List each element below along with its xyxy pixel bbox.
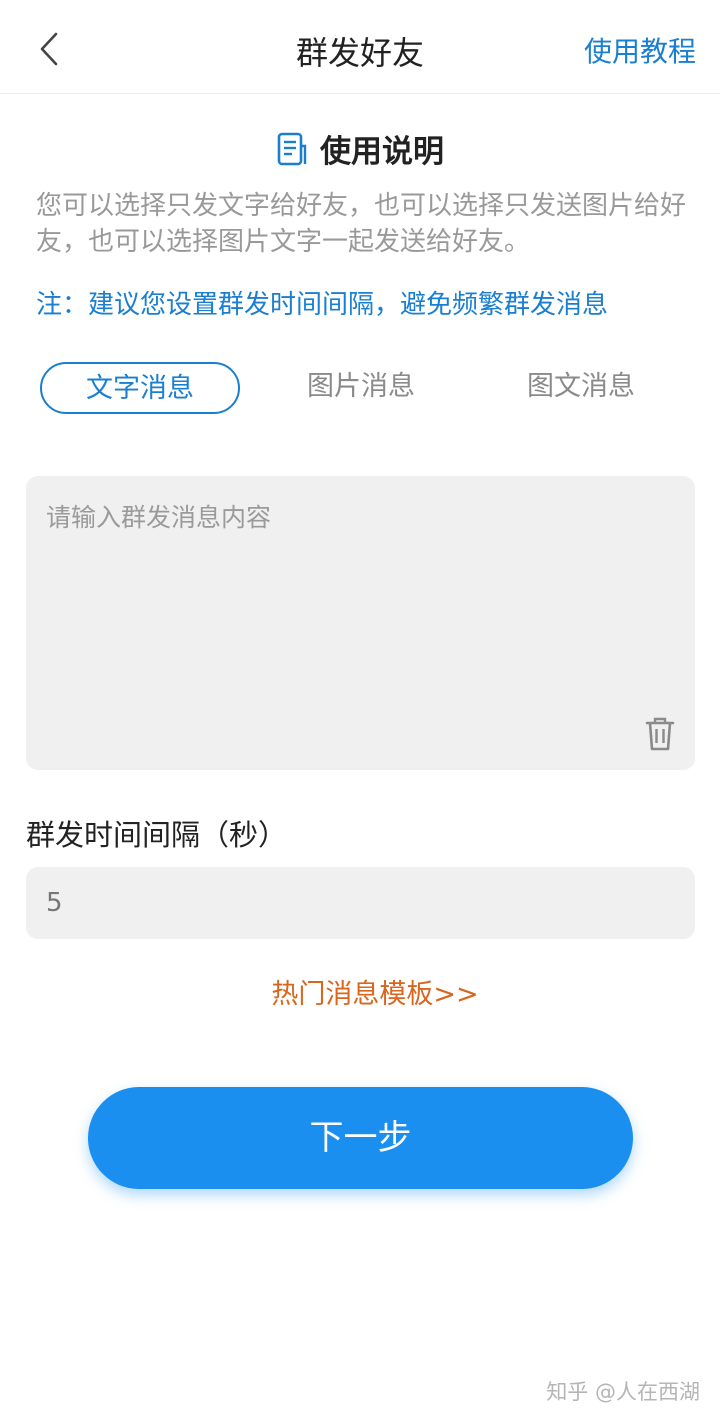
document-icon xyxy=(277,132,307,165)
back-button[interactable] xyxy=(30,24,70,74)
message-content-box xyxy=(26,476,695,770)
interval-label: 群发时间间隔（秒） xyxy=(26,818,288,852)
usage-title: 使用说明 xyxy=(320,134,444,170)
message-content-input[interactable] xyxy=(26,476,695,770)
tab-image-message[interactable]: 图片消息 xyxy=(261,362,461,414)
next-step-button[interactable]: 下一步 xyxy=(88,1087,633,1189)
trash-icon xyxy=(645,717,675,751)
message-type-tabs: 文字消息 图片消息 图文消息 xyxy=(0,362,720,414)
usage-note: 注：建议您设置群发时间间隔，避免频繁群发消息 xyxy=(36,290,609,320)
tutorial-link[interactable]: 使用教程 xyxy=(584,30,696,70)
usage-heading: 使用说明 xyxy=(0,126,720,171)
chevron-left-icon xyxy=(40,32,58,66)
interval-field xyxy=(26,867,695,939)
usage-description: 您可以选择只发文字给好友，也可以选择只发送图片给好友，也可以选择图片文字一起发送… xyxy=(36,191,687,257)
interval-input[interactable] xyxy=(26,867,695,939)
tab-image-text-message[interactable]: 图文消息 xyxy=(481,362,681,414)
top-bar: 群发好友 使用教程 xyxy=(0,0,720,94)
hot-templates-link[interactable]: 热门消息模板>> xyxy=(0,972,720,1011)
watermark: 知乎 @人在西湖 xyxy=(546,1380,700,1404)
tab-text-message[interactable]: 文字消息 xyxy=(40,362,240,414)
clear-message-button[interactable] xyxy=(645,716,675,752)
